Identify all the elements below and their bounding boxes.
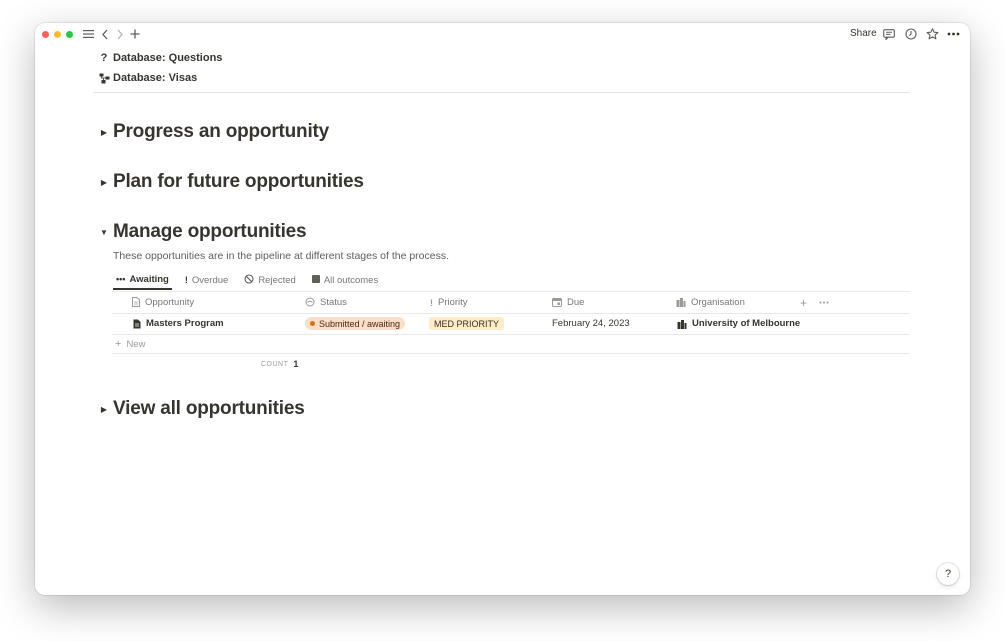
cell-due[interactable]: February 24, 2023	[552, 313, 630, 334]
collapsed-arrow-icon[interactable]: ▶	[97, 128, 111, 137]
building-icon	[676, 297, 686, 309]
column-header-organisation[interactable]: Organisation	[676, 292, 745, 313]
cell-organisation[interactable]: University of Melbourne	[677, 313, 800, 334]
minimize-window-button[interactable]	[54, 31, 61, 38]
square-icon	[311, 275, 320, 285]
tab-label: All outcomes	[323, 274, 379, 286]
new-label: New	[126, 338, 146, 350]
zoom-window-button[interactable]	[66, 31, 73, 38]
tab-awaiting[interactable]: ••• Awaiting	[113, 270, 172, 290]
close-window-button[interactable]	[42, 31, 49, 38]
cell-status[interactable]: Submitted / awaiting	[305, 313, 406, 334]
column-label: Organisation	[691, 297, 745, 308]
menu-icon[interactable]	[80, 26, 96, 42]
table-row[interactable]: Masters Program Submitted / awaiting MED…	[112, 313, 910, 334]
favorite-star-icon[interactable]	[924, 26, 940, 42]
column-header-priority[interactable]: ! Priority	[430, 292, 468, 313]
heading-progress: Progress an opportunity	[113, 121, 330, 142]
column-header-opportunity[interactable]: Opportunity	[132, 292, 194, 313]
column-label: Priority	[438, 297, 468, 308]
add-property-icon[interactable]: +	[800, 292, 807, 313]
link-database-questions[interactable]: ? Database: Questions	[97, 49, 223, 67]
opportunity-name: Masters Program	[146, 318, 224, 329]
toggle-heading-manage[interactable]: ▼ Manage opportunities	[97, 220, 307, 244]
add-page-icon[interactable]	[127, 26, 143, 42]
comments-icon[interactable]	[881, 26, 897, 42]
building-icon	[677, 319, 687, 329]
toggle-heading-view-all[interactable]: ▶ View all opportunities	[97, 397, 305, 421]
page-icon	[133, 319, 141, 329]
title-bar: Share	[35, 23, 970, 45]
tab-label: Awaiting	[129, 273, 169, 285]
more-options-icon[interactable]	[945, 26, 961, 42]
forward-icon[interactable]	[112, 26, 128, 42]
table-header: Opportunity Status ! Priority Due Organi…	[112, 292, 910, 313]
column-label: Due	[567, 297, 585, 308]
heading-view-all: View all opportunities	[113, 398, 305, 419]
toggle-heading-progress[interactable]: ▶ Progress an opportunity	[97, 120, 329, 144]
view-tabs: ••• Awaiting ! Overdue Rejected All outc…	[113, 270, 391, 290]
back-icon[interactable]	[97, 26, 113, 42]
cell-opportunity[interactable]: Masters Program	[133, 313, 224, 334]
collapsed-arrow-icon[interactable]: ▶	[97, 405, 111, 414]
divider	[112, 334, 910, 335]
divider	[112, 353, 910, 354]
status-dot	[310, 321, 315, 326]
count-summary[interactable]: COUNT 1	[261, 357, 298, 371]
tab-label: Rejected	[258, 274, 296, 286]
heading-manage: Manage opportunities	[113, 221, 307, 242]
tab-rejected[interactable]: Rejected	[241, 270, 299, 290]
help-button[interactable]: ?	[937, 563, 959, 585]
visa-icon	[97, 73, 111, 84]
ellipsis-icon: •••	[116, 274, 126, 284]
toggle-heading-plan[interactable]: ▶ Plan for future opportunities	[97, 170, 364, 194]
history-icon[interactable]	[903, 26, 919, 42]
collapsed-arrow-icon[interactable]: ▶	[97, 178, 111, 187]
app-window: Share ? Database: Questions Database: Vi…	[35, 23, 970, 595]
tab-overdue[interactable]: ! Overdue	[182, 270, 231, 290]
column-label: Status	[320, 297, 347, 308]
question-icon: ?	[100, 52, 108, 64]
link-label: Database: Questions	[113, 52, 223, 64]
tab-all-outcomes[interactable]: All outcomes	[309, 270, 381, 290]
divider	[93, 92, 910, 93]
column-header-status[interactable]: Status	[305, 292, 347, 313]
column-label: Opportunity	[145, 297, 195, 308]
cell-priority[interactable]: MED PRIORITY	[429, 313, 505, 334]
link-label: Database: Visas	[113, 72, 198, 84]
exclamation-icon: !	[184, 275, 188, 285]
link-database-visas[interactable]: Database: Visas	[97, 69, 197, 87]
new-row-button[interactable]: + New	[115, 335, 145, 353]
expanded-arrow-icon[interactable]: ▼	[97, 228, 111, 237]
count-value: 1	[293, 359, 299, 369]
page-icon	[132, 296, 140, 309]
organisation-name: University of Melbourne	[692, 318, 801, 329]
calendar-icon	[552, 297, 562, 309]
exclamation-icon: !	[430, 297, 433, 308]
column-header-due[interactable]: Due	[552, 292, 584, 313]
status-badge: Submitted / awaiting	[305, 317, 406, 330]
status-label: Submitted / awaiting	[319, 318, 401, 329]
count-label: COUNT	[261, 360, 289, 368]
priority-badge: MED PRIORITY	[429, 317, 505, 330]
heading-plan: Plan for future opportunities	[113, 171, 364, 192]
tab-label: Overdue	[191, 274, 229, 286]
plus-icon: +	[115, 338, 122, 350]
status-icon	[305, 297, 315, 309]
share-button[interactable]: Share	[850, 28, 877, 39]
more-columns-icon[interactable]	[819, 292, 829, 313]
prohibited-icon	[244, 274, 254, 286]
manage-description: These opportunities are in the pipeline …	[113, 250, 450, 262]
